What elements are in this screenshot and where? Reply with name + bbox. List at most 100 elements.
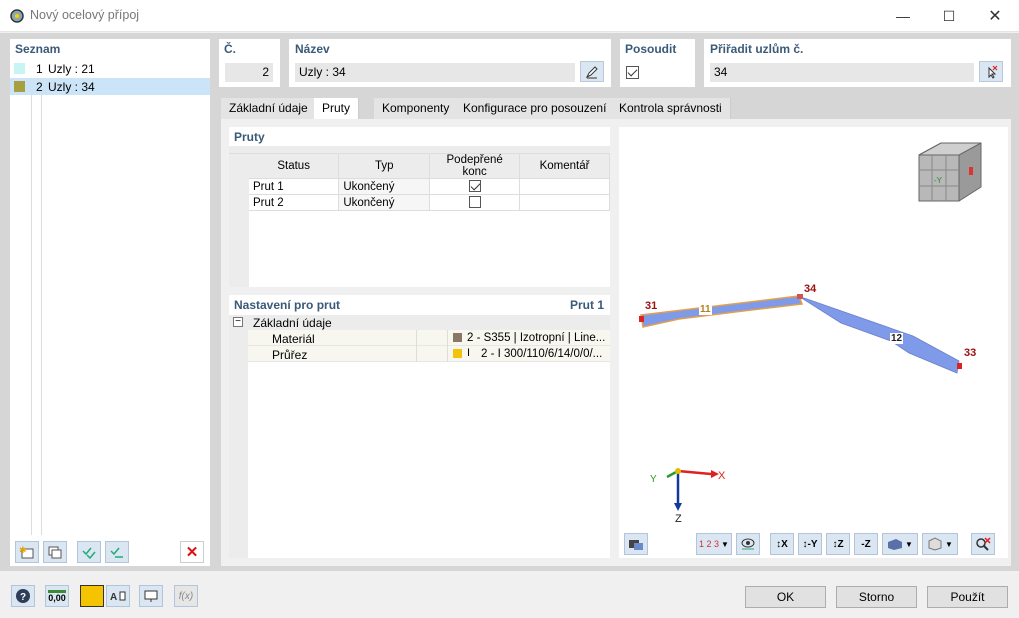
collapse-icon[interactable]: − (233, 317, 243, 327)
cell-type[interactable]: Ukončený (338, 178, 431, 195)
axis-z-label: Z (675, 513, 682, 525)
axis-triad (666, 468, 719, 511)
cancel-button[interactable]: Storno (836, 586, 917, 608)
tab-components[interactable]: Komponenty (374, 98, 459, 119)
node-label-33: 33 (964, 347, 977, 359)
model-view-button[interactable] (139, 585, 163, 607)
model-graphic: -Y (639, 142, 982, 511)
list-item-number: 2 (36, 80, 43, 94)
cube-label: -Y (934, 176, 943, 185)
column-divider (447, 346, 448, 362)
members-panel: Pruty Status Typ Podepřené konc Komentář… (229, 127, 610, 287)
minimize-button[interactable]: — (880, 0, 926, 32)
members-header: Pruty (234, 130, 265, 144)
list-item-selected[interactable]: 2 Uzly : 34 (10, 78, 210, 95)
check-all-button[interactable] (77, 541, 101, 563)
section-value: 2 - I 300/110/6/14/0/0/... (481, 348, 603, 360)
column-header-comment[interactable]: Komentář (519, 154, 610, 179)
tab-members[interactable]: Pruty (314, 98, 360, 120)
model-view[interactable]: -Y 31 34 33 11 12 X Y Z 1 2 3 ▼ ↕X ↕-Y ↕Z… (619, 127, 1008, 558)
number-label: Č. (224, 42, 236, 56)
color-button[interactable] (80, 585, 104, 607)
formula-button[interactable]: f(x) (174, 585, 198, 607)
pick-nodes-button[interactable] (979, 61, 1003, 82)
settings-target: Prut 1 (569, 298, 604, 312)
list-header: Seznam (15, 42, 61, 56)
decimals-button[interactable]: 0,00 (45, 585, 69, 607)
visibility-button[interactable] (736, 533, 760, 555)
uncheck-button[interactable] (105, 541, 129, 563)
help-button[interactable]: ? (11, 585, 35, 607)
svg-text:?: ? (20, 592, 26, 603)
close-button[interactable]: ✕ (972, 0, 1018, 32)
table-row[interactable]: Prut 2 Ukončený (249, 194, 610, 211)
row-header-column (229, 154, 249, 287)
cell-supported (429, 178, 521, 195)
window-title: Nový ocelový přípoj (30, 8, 140, 22)
list-divider (31, 95, 32, 535)
number-field[interactable]: 2 (225, 63, 273, 82)
name-label: Název (295, 42, 330, 56)
settings-row-material[interactable]: Materiál 2 - S355 | Izotropní | Line... (248, 330, 610, 346)
units-button[interactable]: A (106, 585, 130, 607)
tab-basic[interactable]: Základní údaje (221, 98, 317, 119)
material-label: Materiál (272, 332, 315, 346)
tab-design-config[interactable]: Konfigurace pro posouzení (455, 98, 616, 119)
cell-type[interactable]: Ukončený (338, 194, 431, 211)
node-label-34: 34 (804, 283, 817, 295)
supported-checkbox[interactable] (468, 180, 481, 193)
settings-gutter (229, 315, 248, 558)
render-mode-button[interactable] (624, 533, 648, 555)
assign-field[interactable]: 34 (710, 63, 974, 82)
axis-y-label: Y (650, 474, 657, 485)
list-item-number: 1 (36, 62, 43, 76)
column-divider (416, 346, 417, 362)
maximize-button[interactable]: ☐ (926, 0, 972, 32)
cell-comment[interactable] (519, 194, 610, 211)
display-mode-dropdown[interactable]: ▼ (882, 533, 918, 555)
tab-plausibility[interactable]: Kontrola správnosti (611, 98, 731, 119)
values-dropdown[interactable]: 1 2 3 ▼ (696, 533, 732, 555)
cube-view-dropdown[interactable]: ▼ (922, 533, 958, 555)
column-header-supported[interactable]: Podepřené konc (429, 154, 521, 179)
list-item-color (14, 81, 25, 92)
list-panel: Seznam 1 Uzly : 21 2 Uzly : 34 ✱ ✕ (10, 39, 210, 566)
apply-button[interactable]: Použít (927, 586, 1008, 608)
delete-button[interactable]: ✕ (180, 541, 204, 563)
supported-checkbox[interactable] (468, 196, 481, 209)
assess-checkbox[interactable] (626, 66, 639, 80)
member-12 (799, 296, 960, 374)
column-header-type[interactable]: Typ (338, 154, 431, 179)
table-row[interactable]: Prut 1 Ukončený (249, 178, 610, 195)
column-divider (416, 330, 417, 346)
view-x-button[interactable]: ↕X (770, 533, 794, 555)
svg-text:✱: ✱ (19, 545, 27, 555)
new-item-button[interactable]: ✱ (15, 541, 39, 563)
cell-comment[interactable] (519, 178, 610, 195)
cell-status: Prut 2 (249, 194, 340, 211)
decimals-label: 0,00 (48, 589, 66, 603)
assess-label: Posoudit (625, 42, 677, 56)
settings-row-section[interactable]: Průřez I 2 - I 300/110/6/14/0/0/... (248, 346, 610, 362)
copy-item-button[interactable] (43, 541, 67, 563)
ok-button[interactable]: OK (745, 586, 826, 608)
node-label-31: 31 (645, 300, 658, 312)
svg-text:A: A (110, 592, 117, 603)
assign-label: Přiřadit uzlům č. (710, 42, 804, 56)
view-minus-z-button[interactable]: -Z (854, 533, 878, 555)
assign-panel: Přiřadit uzlům č. 34 (704, 39, 1011, 87)
edit-name-button[interactable] (580, 61, 604, 82)
column-header-status[interactable]: Status (249, 154, 340, 179)
view-minus-y-button[interactable]: ↕-Y (798, 533, 822, 555)
list-item[interactable]: 1 Uzly : 21 (10, 60, 210, 77)
list-item-label: Uzly : 21 (48, 62, 95, 76)
view-cube: -Y (918, 142, 982, 202)
settings-group-row[interactable]: − Základní údaje (229, 315, 610, 330)
list-item-color (14, 63, 25, 74)
zoom-reset-button[interactable] (971, 533, 995, 555)
view-z-button[interactable]: ↕Z (826, 533, 850, 555)
assess-panel: Posoudit (620, 39, 695, 87)
members-table: Status Typ Podepřené konc Komentář Prut … (249, 154, 610, 211)
name-field[interactable]: Uzly : 34 (295, 63, 575, 82)
cell-status: Prut 1 (249, 178, 340, 195)
